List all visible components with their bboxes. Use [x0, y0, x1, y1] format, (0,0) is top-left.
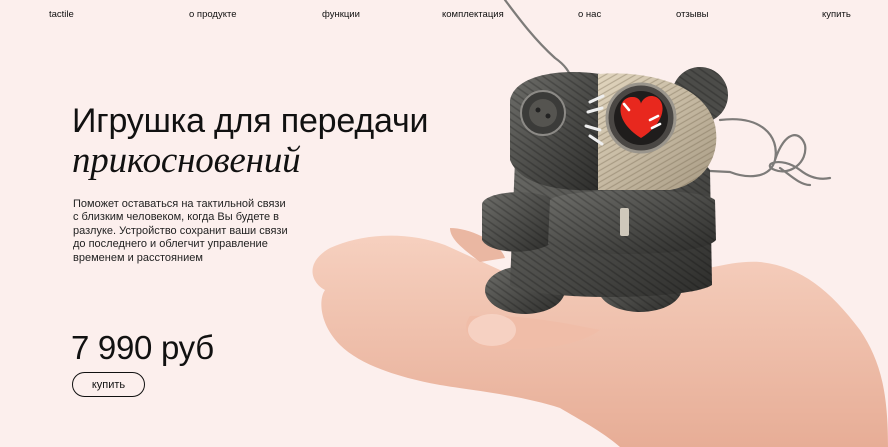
nav-item-about-product[interactable]: о продукте: [189, 9, 237, 20]
nav-item-buy[interactable]: купить: [822, 9, 851, 20]
page-title: Игрушка для передачи прикосновений: [72, 103, 428, 181]
nav-item-features[interactable]: функции: [322, 9, 360, 20]
top-navigation: tactile о продукте функции комплектация …: [0, 0, 888, 28]
product-description: Поможет оставаться на тактильной связи с…: [73, 198, 288, 264]
buy-button[interactable]: купить: [72, 372, 145, 397]
nav-item-about-us[interactable]: о нас: [578, 9, 601, 20]
logo[interactable]: tactile: [49, 9, 74, 20]
bear-toy: [482, 67, 728, 314]
title-line-1: Игрушка для передачи: [72, 102, 429, 140]
title-line-2: прикосновений: [72, 140, 301, 181]
nav-item-reviews[interactable]: отзывы: [676, 9, 709, 20]
nav-item-package[interactable]: комплектация: [442, 9, 504, 20]
price: 7 990 руб: [71, 329, 214, 366]
